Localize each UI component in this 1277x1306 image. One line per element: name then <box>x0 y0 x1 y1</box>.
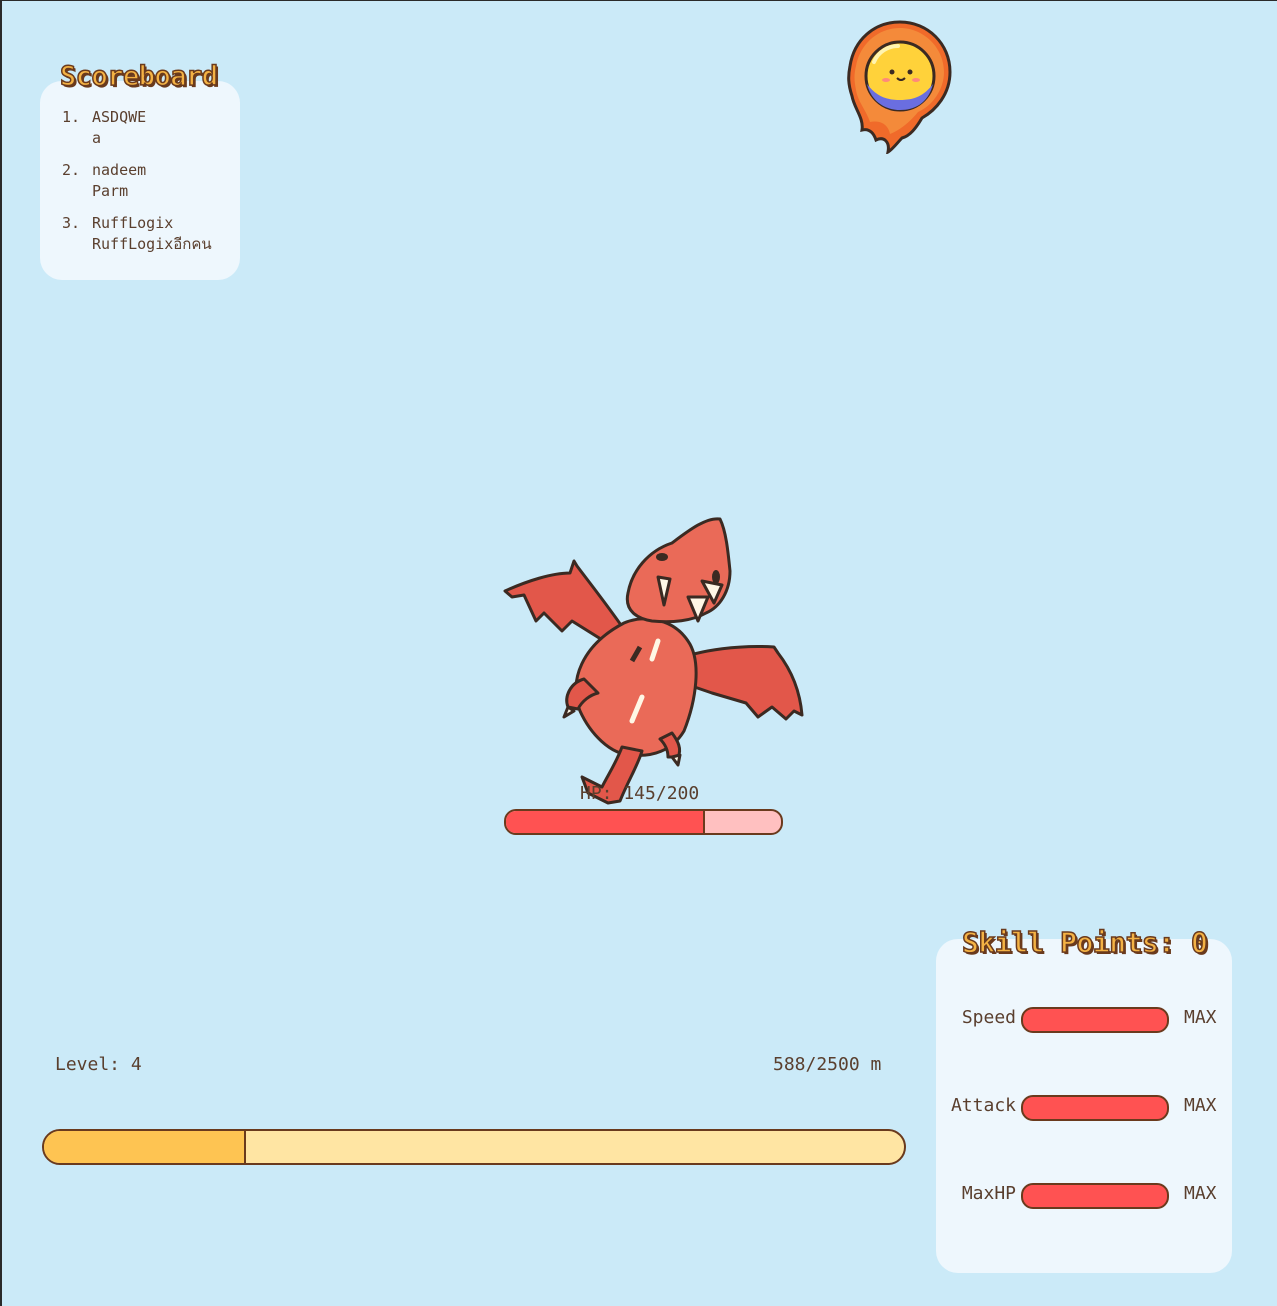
scoreboard-list: 1. ASDQWE a 2. nadeem Parm 3. RuffLogix … <box>62 107 212 266</box>
distance-progress-fill <box>44 1131 247 1163</box>
skill-row-speed[interactable]: Speed MAX <box>936 1005 1232 1035</box>
boss-hp-label: HP: 145/200 <box>580 783 700 804</box>
skill-name: Speed <box>961 1007 1016 1028</box>
boss-hp-bar <box>504 809 783 835</box>
skill-status: MAX <box>1184 1095 1217 1116</box>
skill-points-panel: Speed MAX Attack MAX MaxHP MAX <box>936 939 1232 1273</box>
scoreboard-entry: 3. RuffLogix RuffLogixอีกคน <box>62 213 212 255</box>
fireball-icon <box>847 20 952 154</box>
scoreboard-player-name: nadeem <box>92 161 147 179</box>
scoreboard-player-name: RuffLogixอีกคน <box>92 235 212 253</box>
skill-status: MAX <box>1184 1183 1217 1204</box>
scoreboard-rank: 3. <box>62 214 81 232</box>
scoreboard-entry: 1. ASDQWE a <box>62 107 212 149</box>
skill-name: MaxHP <box>961 1183 1016 1204</box>
distance-progress-bar <box>42 1129 906 1165</box>
scoreboard-title: Scoreboard <box>59 60 219 93</box>
skill-bar[interactable] <box>1021 1183 1169 1209</box>
distance-label: 588/2500 m <box>773 1054 882 1075</box>
scoreboard-rank: 2. <box>62 161 81 179</box>
skill-points-title: Skill Points: 0 <box>961 925 1208 960</box>
skill-row-maxhp[interactable]: MaxHP MAX <box>936 1181 1232 1211</box>
scoreboard-player-name: ASDQWE <box>92 108 147 126</box>
skill-bar[interactable] <box>1021 1095 1169 1121</box>
skill-row-attack[interactable]: Attack MAX <box>936 1093 1232 1123</box>
skill-name: Attack <box>950 1095 1016 1116</box>
scoreboard-player-name: a <box>92 129 102 147</box>
level-label: Level: 4 <box>55 1054 142 1075</box>
scoreboard-rank: 1. <box>62 108 81 126</box>
scoreboard-entry: 2. nadeem Parm <box>62 160 212 202</box>
scoreboard-player-name: Parm <box>92 182 129 200</box>
skill-bar[interactable] <box>1021 1007 1169 1033</box>
red-dragon-icon <box>503 517 804 805</box>
scoreboard-player-name: RuffLogix <box>92 214 174 232</box>
skill-status: MAX <box>1184 1007 1217 1028</box>
boss-hp-fill <box>506 811 706 833</box>
